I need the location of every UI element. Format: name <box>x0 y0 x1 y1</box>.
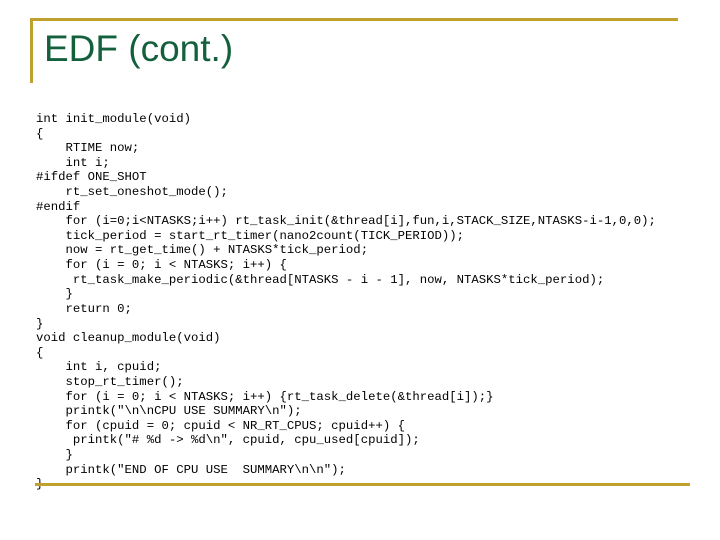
code-line: stop_rt_timer(); <box>36 374 184 389</box>
code-line: printk("\n\nCPU USE SUMMARY\n"); <box>36 404 302 419</box>
code-line: RTIME now; <box>36 141 140 156</box>
code-line: for (i = 0; i < NTASKS; i++) {rt_task_de… <box>36 389 494 404</box>
code-line: int i, cpuid; <box>36 360 162 375</box>
code-line: { <box>36 345 44 360</box>
code-line: } <box>36 448 73 463</box>
title-top-rule <box>30 18 678 21</box>
page-title: EDF (cont.) <box>44 28 234 69</box>
code-line: rt_task_make_periodic(&thread[NTASKS - i… <box>36 272 605 287</box>
code-line: printk("END OF CPU USE SUMMARY\n\n"); <box>36 462 346 477</box>
code-line: rt_set_oneshot_mode(); <box>36 185 228 200</box>
code-line: printk("# %d -> %d\n", cpuid, cpu_used[c… <box>36 433 420 448</box>
code-line: for (cpuid = 0; cpuid < NR_RT_CPUS; cpui… <box>36 418 405 433</box>
code-line: int init_module(void) <box>36 112 191 126</box>
code-line: #endif <box>36 199 81 214</box>
code-line: for (i=0;i<NTASKS;i++) rt_task_init(&thr… <box>36 214 656 229</box>
code-line: } <box>36 287 73 302</box>
code-listing: int init_module(void){ RTIME now; int i;… <box>36 112 706 492</box>
code-line: void cleanup_module(void) <box>36 331 221 346</box>
code-line: #ifdef ONE_SHOT <box>36 170 147 185</box>
code-line: { <box>36 126 44 141</box>
slide: EDF (cont.) int init_module(void){ RTIME… <box>0 0 720 540</box>
title-left-rule <box>30 18 33 83</box>
code-line: int i; <box>36 155 110 170</box>
code-line: return 0; <box>36 301 132 316</box>
code-line: for (i = 0; i < NTASKS; i++) { <box>36 258 287 273</box>
code-line: now = rt_get_time() + NTASKS*tick_period… <box>36 243 369 258</box>
footer-rule <box>35 483 690 486</box>
code-line: } <box>36 316 44 331</box>
code-line: tick_period = start_rt_timer(nano2count(… <box>36 228 465 243</box>
